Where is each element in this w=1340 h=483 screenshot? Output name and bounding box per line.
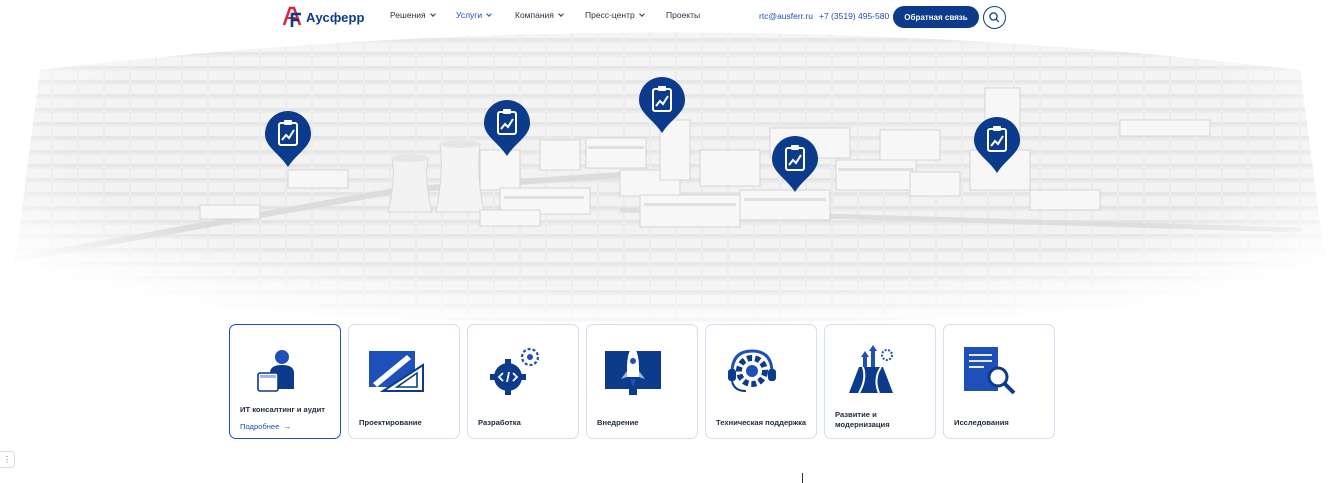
nav-item-projects[interactable]: Проекты [666,10,706,20]
chevron-down-icon [429,10,436,17]
search-button[interactable] [983,6,1006,29]
nav-item-company[interactable]: Компания [515,10,585,20]
service-card-consulting[interactable]: ИТ консалтинг и аудит Подробнее → [229,324,341,439]
brand-logo[interactable]: Аусферр [281,5,365,29]
chevron-down-icon [638,10,645,17]
nav-item-press-center[interactable]: Пресс-центр [585,10,666,20]
code-gear-icon [490,347,540,395]
nav-label: Проекты [666,10,701,20]
drafting-icon [369,351,424,392]
hero-illustration [0,0,1340,330]
document-search-icon [964,347,1016,395]
service-card-title: Техническая поддержка [716,418,807,427]
chevron-down-icon [486,10,492,17]
feedback-button[interactable]: Обратная связь [893,6,979,28]
service-card-title: Внедрение [597,418,639,427]
services-cards: ИТ консалтинг и аудит Подробнее → Проект… [229,324,1062,439]
service-card-title: ИТ консалтинг и аудит [240,405,325,414]
map-pin[interactable] [770,134,820,194]
nav-item-solutions[interactable]: Решения [390,10,456,20]
email-link[interactable]: rtc@ausferr.ru [759,11,813,21]
site-header: Аусферр Решения Услуги Компания Пресс-це… [0,0,1340,34]
logo-mark-icon [281,5,303,29]
map-pin[interactable] [263,109,313,169]
main-nav: Решения Услуги Компания Пресс-центр Прое… [390,10,706,20]
service-card-support[interactable]: Техническая поддержка [705,324,817,439]
brand-name: Аусферр [306,9,365,25]
service-card-title: Исследования [954,418,1009,427]
nav-label: Пресс-центр [585,10,635,20]
consultant-icon [257,350,294,392]
growth-road-icon [849,345,893,394]
more-vertical-icon: ⋮ [3,455,11,464]
nav-label: Компания [515,10,554,20]
service-card-title: Развитие и модернизация [835,410,890,429]
side-menu-handle[interactable]: ⋮ [0,451,15,468]
service-card-implementation[interactable]: Внедрение [586,324,698,439]
rocket-monitor-icon [605,345,661,395]
phone-link[interactable]: +7 (3519) 495-580 [819,11,889,21]
service-card-title: Проектирование [359,418,422,427]
nav-item-services[interactable]: Услуги [456,10,515,20]
service-card-title: Разработка [478,418,521,427]
service-card-design[interactable]: Проектирование [348,324,460,439]
hero-industrial-map [0,0,1340,330]
map-pin[interactable] [972,115,1022,175]
more-link[interactable]: Подробнее → [240,422,291,431]
nav-label: Решения [390,10,426,20]
map-pin[interactable] [637,75,687,135]
more-link-label: Подробнее [240,422,280,431]
search-icon [989,12,1000,23]
map-pin[interactable] [482,98,532,158]
service-card-development[interactable]: Разработка [467,324,579,439]
service-card-modernization[interactable]: Развитие и модернизация [824,324,936,439]
arrow-right-icon: → [283,422,292,431]
headset-gear-icon [728,349,776,392]
chevron-down-icon [558,10,564,17]
nav-label: Услуги [456,10,483,20]
service-card-research[interactable]: Исследования [943,324,1055,439]
text-cursor [802,473,803,483]
